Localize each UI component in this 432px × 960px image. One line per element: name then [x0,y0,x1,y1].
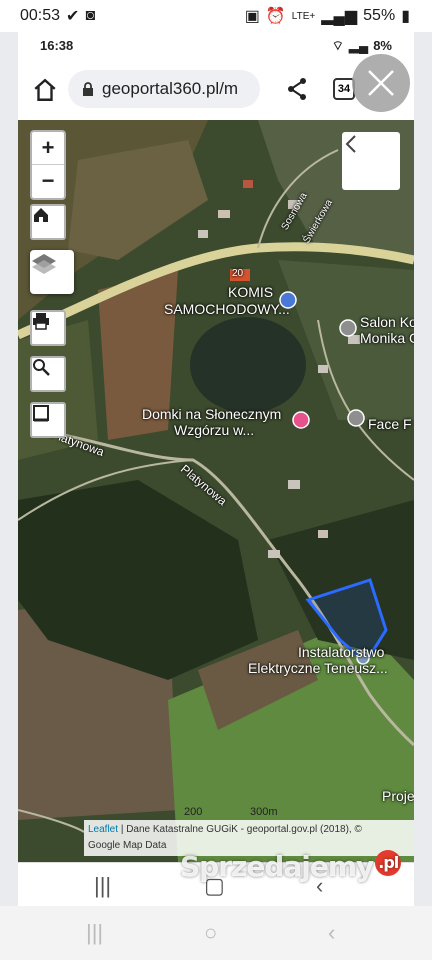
poi-label-instalatorstwo-2: Elektryczne Teneusz... [248,660,388,676]
scale-label-300m: 300m [250,806,278,818]
zoom-out-button[interactable]: − [32,165,64,197]
recents-icon[interactable]: ||| [86,920,103,946]
poi-label-domki: Domki na Słonecznym [142,406,282,422]
zoom-control: + − [30,130,66,200]
outer-status-bar: 00:53 ✔ ◙ ▣ ⏰ LTE+ ▂▄▆ 55% ▮ [0,0,432,32]
close-viewer-button[interactable] [352,54,410,112]
poi-label-face: Face F [368,416,412,432]
ruler-icon [33,405,49,422]
battery-icon: ▮ [401,8,410,25]
search-button[interactable] [30,356,66,392]
signal-icon: ▂▄▆ [321,8,358,25]
watermark-text: Sprzedajemy [180,850,374,883]
sidebar-toggle-button[interactable] [342,132,400,190]
attribution-text: | Dane Katastralne GUGiK - geoportal.gov… [120,824,362,835]
url-bar[interactable]: geoportal360.pl/m [68,70,260,108]
poi-label-salon: Salon Ko [360,314,414,330]
print-button[interactable] [30,310,66,346]
printer-icon [33,313,49,330]
lock-icon [83,82,93,96]
poi-label-domki-2: Wzgórzu w... [174,422,255,438]
close-icon [368,70,394,96]
home-icon[interactable] [32,77,58,103]
signal-icon: ▂▄ [348,38,369,53]
recents-icon[interactable]: ||| [94,873,111,899]
wifi-icon: ⌔ [331,38,344,53]
inner-clock: 16:38 [40,38,74,53]
outer-clock: 00:53 [20,7,61,24]
zoom-in-button[interactable]: + [32,132,64,165]
screenshot-frame: 16:38 ⌔ ▂▄ 8% geoportal360.pl/m 34 20 So… [18,32,414,906]
poi-label-instalatorstwo: Instalatorstwo [298,644,385,660]
poi-label-proje: Proje [382,788,414,804]
share-icon[interactable] [286,77,308,101]
home-icon [34,208,48,222]
inner-battery: 8% [373,38,392,53]
alarm-icon: ⏰ [265,8,286,25]
instagram-icon: ◙ [85,7,96,24]
network-label: LTE+ [291,10,316,22]
leaflet-link[interactable]: Leaflet [88,824,118,835]
poi-label-salon-2: Monika G [360,330,414,346]
layers-button[interactable] [30,250,74,294]
poi-label-komis-2: SAMOCHODOWY... [164,301,290,317]
check-icon: ✔ [66,8,80,25]
home-extent-button[interactable] [30,204,66,240]
search-icon [33,359,50,376]
url-text: geoportal360.pl/m [102,79,239,98]
attribution-google: Google Map Data [88,840,167,851]
layers-icon [32,254,56,274]
outer-battery: 55% [363,7,396,24]
map-viewport[interactable]: 20 Sosnowa Świerkowa KOMIS SAMOCHODOWY..… [18,120,414,862]
back-icon[interactable]: ‹ [328,920,335,946]
measure-button[interactable] [30,402,66,438]
watermark-badge: .pl [375,850,402,876]
chevron-left-icon [345,135,356,153]
road-number-label: 20 [232,268,244,279]
outer-nav-bar: ||| ○ ‹ [0,906,432,960]
watermark-logo: Sprzedajemy .pl [180,850,402,883]
battery-saver-icon: ▣ [244,8,260,25]
home-nav-icon[interactable]: ○ [204,920,217,946]
scale-label-200: 200 [184,806,203,818]
poi-label-komis: KOMIS [228,284,274,300]
